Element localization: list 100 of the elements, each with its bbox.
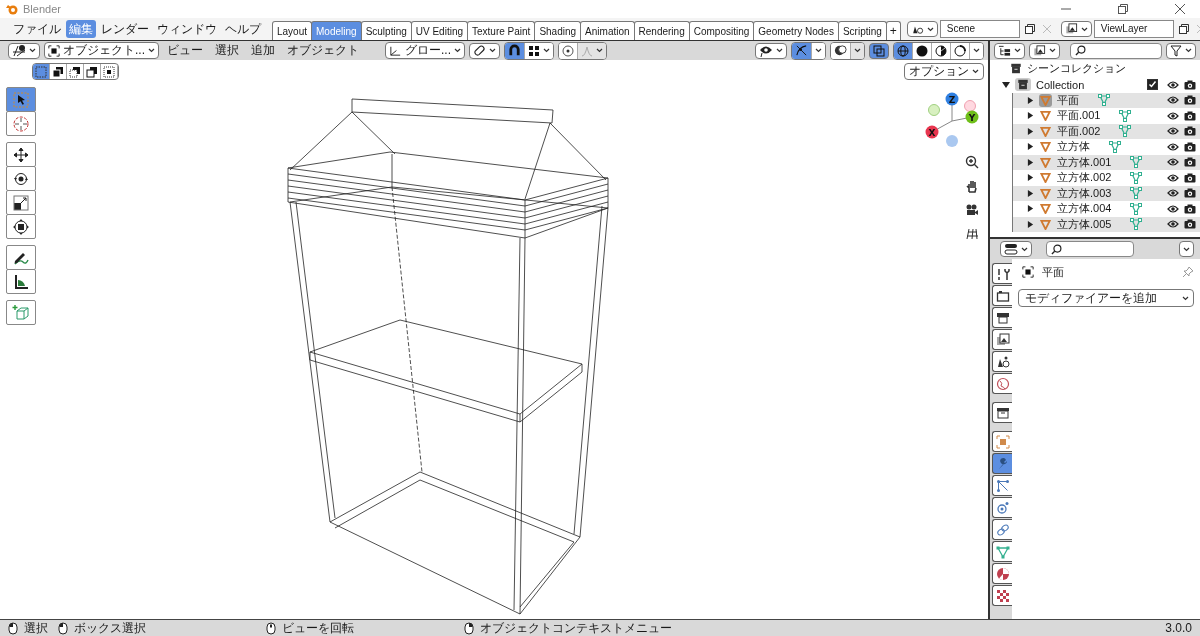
mesh-object-icon[interactable]: [1039, 155, 1052, 169]
mesh-object-icon[interactable]: [1039, 109, 1052, 123]
view-menu-item[interactable]: 選択: [211, 42, 243, 59]
workspace-tab[interactable]: Shading: [534, 21, 582, 40]
eye-icon[interactable]: [1167, 188, 1179, 199]
eye-icon[interactable]: [1167, 157, 1179, 168]
camera-icon[interactable]: [1184, 172, 1196, 183]
view-layer-selector-button[interactable]: [1060, 21, 1092, 37]
display-mode-dropdown[interactable]: [994, 42, 1025, 59]
render-properties-tab[interactable]: [992, 285, 1012, 306]
copy-icon[interactable]: [1177, 23, 1190, 35]
annotate-tool-button[interactable]: [6, 245, 36, 270]
particles-properties-tab[interactable]: [992, 475, 1012, 496]
pivot-dropdown[interactable]: [469, 42, 500, 59]
workspace-tab[interactable]: Texture Paint: [467, 21, 536, 40]
mesh-object-icon[interactable]: [1039, 93, 1052, 107]
add-cube-tool-button[interactable]: [6, 300, 36, 325]
visibility-dropdown[interactable]: [755, 42, 787, 59]
camera-icon[interactable]: [1184, 126, 1196, 137]
eye-icon[interactable]: [1167, 95, 1179, 106]
wireframe-shading-button[interactable]: [894, 42, 913, 59]
expand-arrow-icon[interactable]: [1027, 158, 1034, 166]
texture-properties-tab[interactable]: [992, 585, 1012, 606]
orientation-dropdown[interactable]: グロー...: [385, 42, 465, 59]
collection-properties-tab[interactable]: [992, 402, 1012, 423]
transform-tool-button[interactable]: [6, 214, 36, 239]
eye-icon[interactable]: [1167, 203, 1179, 214]
eye-icon[interactable]: [1167, 79, 1179, 90]
overlay-dropdown[interactable]: [851, 42, 864, 59]
gizmo-dropdown[interactable]: [812, 42, 825, 59]
eye-icon[interactable]: [1167, 219, 1179, 230]
pin-icon[interactable]: [1182, 266, 1194, 278]
search-field[interactable]: [1046, 241, 1134, 257]
menu-item[interactable]: ファイル: [10, 20, 64, 38]
camera-icon[interactable]: [965, 203, 979, 217]
close-icon[interactable]: [1174, 3, 1186, 15]
output-properties-tab[interactable]: [992, 307, 1012, 328]
view-layer-name-field[interactable]: ViewLayer: [1093, 20, 1174, 38]
mesh-object-icon[interactable]: [1039, 202, 1052, 216]
move-tool-button[interactable]: [6, 142, 36, 167]
object-name[interactable]: 立方体.004: [1057, 201, 1112, 217]
menu-item[interactable]: ウィンドウ: [154, 20, 220, 38]
mesh-object-icon[interactable]: [1039, 124, 1052, 138]
data-properties-tab[interactable]: [992, 541, 1012, 562]
view-layer-properties-tab[interactable]: [992, 329, 1012, 350]
intersect-select-mode-button[interactable]: [101, 64, 118, 79]
eye-icon[interactable]: [1167, 141, 1179, 152]
physics-properties-tab[interactable]: [992, 497, 1012, 518]
expand-arrow-icon[interactable]: [1027, 174, 1034, 182]
measure-tool-button[interactable]: [6, 269, 36, 294]
grid-icon[interactable]: [965, 227, 979, 241]
view-layer-dropdown[interactable]: [1029, 42, 1060, 59]
navigation-gizmo[interactable]: Z Y X: [922, 88, 982, 158]
invert-select-mode-button[interactable]: [84, 64, 101, 79]
editor-type-button[interactable]: [8, 42, 40, 59]
expand-arrow-icon[interactable]: [1027, 205, 1034, 213]
view-menu-item[interactable]: オブジェクト: [283, 42, 363, 59]
workspace-tab[interactable]: UV Editing: [410, 21, 468, 40]
options-dropdown[interactable]: オプション: [904, 63, 984, 80]
scale-tool-button[interactable]: [6, 190, 36, 215]
expand-arrow-icon[interactable]: [1027, 127, 1034, 135]
mesh-object-icon[interactable]: [1039, 140, 1052, 154]
shading-dropdown[interactable]: [970, 42, 983, 59]
search-field[interactable]: [1070, 42, 1162, 59]
workspace-tab[interactable]: Compositing: [688, 21, 755, 40]
material-shading-button[interactable]: [932, 42, 951, 59]
workspace-tab[interactable]: Layout: [272, 21, 313, 40]
select-tool-button[interactable]: [6, 87, 36, 112]
menu-item[interactable]: レンダー: [98, 20, 152, 38]
scene-selector-button[interactable]: [906, 21, 938, 37]
camera-icon[interactable]: [1184, 110, 1196, 121]
hand-icon[interactable]: [965, 179, 979, 193]
mesh-object-icon[interactable]: [1039, 217, 1052, 231]
checkbox[interactable]: [1147, 79, 1158, 91]
mode-dropdown[interactable]: オブジェクト...: [44, 42, 159, 59]
tool-properties-tab[interactable]: [992, 263, 1012, 284]
object-name[interactable]: 平面: [1057, 92, 1079, 108]
scene-properties-tab[interactable]: [992, 351, 1012, 372]
workspace-tab[interactable]: Rendering: [633, 21, 690, 40]
add-modifier-dropdown[interactable]: モディファイアーを追加: [1018, 289, 1194, 307]
subtract-select-mode-button[interactable]: [67, 64, 84, 79]
zoom-icon[interactable]: [965, 155, 979, 169]
eye-icon[interactable]: [1167, 126, 1179, 137]
gizmo-toggle[interactable]: [792, 42, 812, 59]
material-properties-tab[interactable]: [992, 563, 1012, 584]
camera-icon[interactable]: [1184, 219, 1196, 230]
object-name[interactable]: 立方体.002: [1057, 170, 1112, 186]
camera-icon[interactable]: [1184, 157, 1196, 168]
overlay-toggle[interactable]: [831, 42, 851, 59]
filter-dropdown[interactable]: [1166, 42, 1196, 59]
object-properties-tab[interactable]: [992, 431, 1012, 452]
scene-collection-label[interactable]: シーンコレクション: [1027, 61, 1126, 76]
menu-item[interactable]: ヘルプ: [222, 20, 264, 38]
eye-icon[interactable]: [1167, 110, 1179, 121]
view-menu-item[interactable]: ビュー: [163, 42, 207, 59]
expand-arrow-icon[interactable]: [1027, 112, 1034, 120]
snap-toggle[interactable]: [505, 42, 525, 59]
mesh-object-icon[interactable]: [1039, 171, 1052, 185]
xray-toggle[interactable]: [869, 42, 889, 59]
proportional-edit-toggle[interactable]: [559, 42, 578, 59]
